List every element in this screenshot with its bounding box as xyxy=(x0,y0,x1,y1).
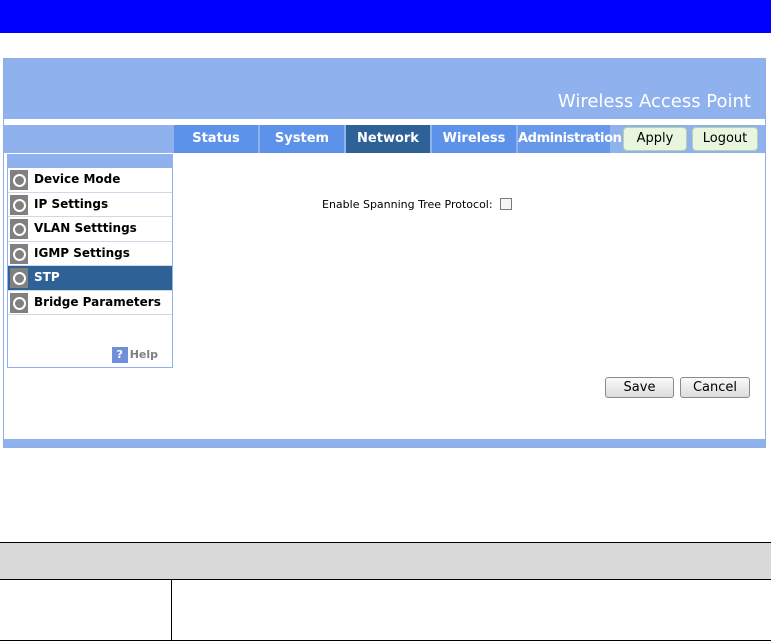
stp-label: Enable Spanning Tree Protocol: xyxy=(322,198,493,211)
sidebar-item-ip-settings[interactable]: IP Settings xyxy=(8,193,172,217)
sidebar-item-label: Device Mode xyxy=(34,172,121,186)
tab-administration[interactable]: Administration xyxy=(518,125,622,153)
sidebar-item-label: Bridge Parameters xyxy=(34,294,161,309)
sidebar-item-device-mode[interactable]: Device Mode xyxy=(8,168,172,193)
top-blue-bar xyxy=(0,0,771,33)
help-label: Help xyxy=(129,348,158,361)
radio-circle-icon xyxy=(10,292,28,313)
radio-circle-icon xyxy=(10,170,28,190)
stp-setting-row: Enable Spanning Tree Protocol: xyxy=(322,198,513,212)
radio-circle-icon xyxy=(10,268,28,288)
sidebar-item-vlan-settings[interactable]: VLAN Setttings xyxy=(8,217,172,242)
radio-circle-icon xyxy=(10,194,28,215)
sidebar-item-stp[interactable]: STP xyxy=(8,266,172,291)
footer-strip xyxy=(4,439,765,447)
tab-system[interactable]: System xyxy=(260,125,344,153)
stp-checkbox[interactable] xyxy=(500,198,513,210)
sidebar-item-label: IGMP Settings xyxy=(34,245,130,260)
sidebar-header xyxy=(8,155,172,168)
tab-network[interactable]: Network xyxy=(346,125,430,153)
logout-button[interactable]: Logout xyxy=(692,127,758,151)
header-banner: Wireless Access Point xyxy=(4,59,765,119)
router-admin-window: Wireless Access Point Status System Netw… xyxy=(3,58,766,448)
sidebar-item-igmp-settings[interactable]: IGMP Settings xyxy=(8,242,172,266)
sidebar-item-label: IP Settings xyxy=(34,196,109,211)
radio-circle-icon xyxy=(10,219,28,239)
cancel-button[interactable]: Cancel xyxy=(680,377,750,398)
sidebar-item-label: STP xyxy=(34,270,60,284)
radio-circle-icon xyxy=(10,243,28,264)
sidebar: Device Mode IP Settings VLAN Setttings I… xyxy=(7,154,173,368)
page-title: Wireless Access Point xyxy=(557,91,751,112)
doc-table xyxy=(0,542,771,641)
table-cell xyxy=(0,580,172,640)
table-header-row xyxy=(0,543,771,580)
tab-status[interactable]: Status xyxy=(174,125,258,153)
question-icon: ? xyxy=(111,347,128,363)
tab-wireless[interactable]: Wireless xyxy=(432,125,516,153)
sidebar-item-bridge-parameters[interactable]: Bridge Parameters xyxy=(8,291,172,315)
main-nav: Status System Network Wireless Administr… xyxy=(4,125,765,153)
help-link[interactable]: ? Help xyxy=(111,347,158,363)
save-button[interactable]: Save xyxy=(605,377,674,398)
apply-button[interactable]: Apply xyxy=(623,127,687,151)
table-row xyxy=(0,580,771,641)
sidebar-item-label: VLAN Setttings xyxy=(34,221,137,235)
